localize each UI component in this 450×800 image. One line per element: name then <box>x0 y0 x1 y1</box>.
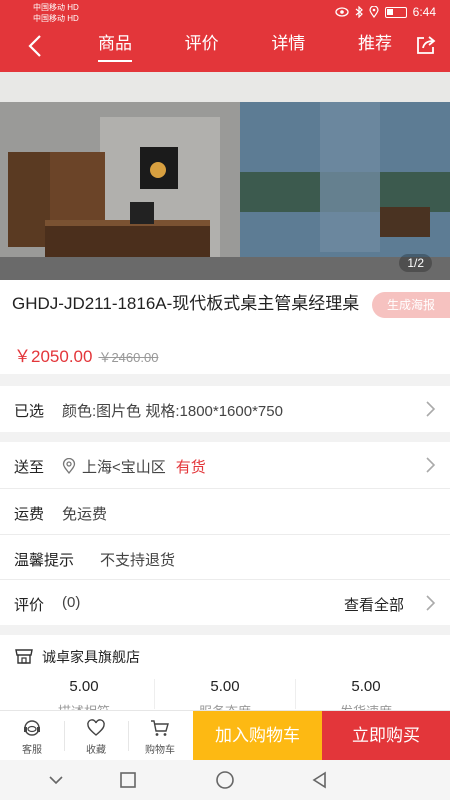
product-info-card: GHDJ-JD211-1816A-现代板式桌主管桌经理桌 生成海报 ￥2050.… <box>0 280 450 374</box>
selected-spec-row[interactable]: 已选 颜色:图片色 规格:1800*1600*750 <box>0 386 450 432</box>
cart-icon <box>151 720 169 736</box>
share-icon[interactable] <box>414 33 438 57</box>
score-shipping: 5.00 <box>351 678 381 695</box>
customer-service-button[interactable]: 客服 <box>0 711 64 761</box>
tab-reviews[interactable]: 评价 <box>167 32 237 60</box>
generate-poster-button[interactable]: 生成海报 <box>372 292 450 318</box>
store-card[interactable]: 诚卓家具旗舰店 5.00 描述相符 5.00 服务态度 5.00 发货速度 <box>0 635 450 719</box>
score-service: 5.00 <box>210 678 240 695</box>
selected-value: 颜色:图片色 规格:1800*1600*750 <box>62 403 283 420</box>
home-icon[interactable] <box>214 770 236 792</box>
delivery-value: 上海<宝山区 有货 <box>62 456 206 477</box>
chevron-right-icon <box>426 457 436 473</box>
tab-bar: 商品 评价 详情 推荐 <box>80 32 410 62</box>
delivery-location: 上海<宝山区 <box>82 459 166 476</box>
product-image-carousel[interactable]: 1/2 <box>0 72 450 280</box>
add-to-cart-button[interactable]: 加入购物车 <box>193 711 322 761</box>
cart-label: 购物车 <box>145 745 175 756</box>
back-icon[interactable] <box>24 32 48 60</box>
carrier-info: 中国移动 HD 中国移动 HD <box>33 2 79 24</box>
shop-icon <box>15 649 33 664</box>
tab-recommend[interactable]: 推荐 <box>340 32 410 60</box>
back-nav-icon[interactable] <box>310 770 330 790</box>
cart-button[interactable]: 购物车 <box>128 711 192 761</box>
office-desk-image <box>0 72 450 280</box>
location-pin-icon <box>62 458 76 474</box>
reviews-count: (0) <box>62 594 81 611</box>
tab-details[interactable]: 详情 <box>253 32 323 60</box>
original-price: ￥2460.00 <box>98 350 159 365</box>
bluetooth-icon <box>355 6 363 18</box>
recent-apps-icon[interactable] <box>118 770 138 790</box>
chevron-down-icon[interactable] <box>46 770 66 790</box>
bottom-action-bar: 客服 收藏 购物车 加入购物车 立即购买 <box>0 710 450 761</box>
tab-product[interactable]: 商品 <box>80 32 150 62</box>
header: 中国移动 HD 中国移动 HD 6:44 商品 评价 详情 推荐 <box>0 0 450 72</box>
heart-icon <box>87 719 105 736</box>
selected-label: 已选 <box>14 403 45 420</box>
store-name: 诚卓家具旗舰店 <box>42 649 140 665</box>
system-nav-bar <box>0 760 450 800</box>
status-time: 6:44 <box>412 5 436 19</box>
delivery-row[interactable]: 送至 上海<宝山区 有货 <box>0 442 450 488</box>
carousel-pager: 1/2 <box>399 254 432 272</box>
chevron-right-icon <box>426 401 436 417</box>
chevron-right-icon <box>426 595 436 611</box>
notice-row: 温馨提示 不支持退货 <box>0 535 450 579</box>
location-icon <box>369 6 379 18</box>
carrier-2: 中国移动 HD <box>33 14 79 23</box>
delivery-label: 送至 <box>14 459 45 476</box>
price-row: ￥2050.00 ￥2460.00 <box>14 342 158 367</box>
score-description: 5.00 <box>69 678 99 695</box>
eye-icon <box>334 7 349 17</box>
shipping-label: 运费 <box>14 506 45 523</box>
carrier-1: 中国移动 HD <box>33 3 79 12</box>
stock-status: 有货 <box>175 459 206 476</box>
status-bar: 中国移动 HD 中国移动 HD 6:44 <box>0 0 450 26</box>
shipping-row: 运费 免运费 <box>0 489 450 534</box>
product-title: GHDJ-JD211-1816A-现代板式桌主管桌经理桌 <box>12 294 360 313</box>
favorite-button[interactable]: 收藏 <box>64 711 128 761</box>
top-navbar: 商品 评价 详情 推荐 <box>0 28 450 64</box>
buy-now-button[interactable]: 立即购买 <box>322 711 450 761</box>
battery-icon <box>384 6 407 18</box>
notice-value: 不支持退货 <box>100 552 176 569</box>
favorite-label: 收藏 <box>86 745 106 756</box>
product-detail-page: 中国移动 HD 中国移动 HD 6:44 商品 评价 详情 推荐 1/2 GHD… <box>0 0 450 800</box>
notice-label: 温馨提示 <box>14 552 75 569</box>
shipping-value: 免运费 <box>62 506 108 523</box>
reviews-row[interactable]: 评价 (0) 查看全部 <box>0 580 450 625</box>
reviews-label: 评价 <box>14 597 45 614</box>
status-right: 6:44 <box>334 5 436 19</box>
current-price: ￥2050.00 <box>14 347 93 366</box>
headset-icon <box>24 720 40 736</box>
view-all-reviews-link[interactable]: 查看全部 <box>344 594 404 615</box>
customer-service-label: 客服 <box>22 745 42 756</box>
